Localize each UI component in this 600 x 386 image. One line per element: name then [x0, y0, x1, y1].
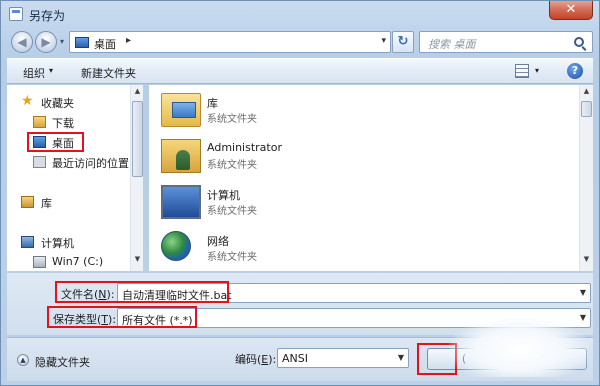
- hide-folders-button[interactable]: 隐藏文件夹: [35, 354, 90, 370]
- dialog-title: 另存为: [29, 9, 66, 23]
- file-name: 库: [207, 97, 218, 110]
- favorites-star-icon: ★: [21, 93, 34, 109]
- file-list-pane: 库 系统文件夹 Administrator 系统文件夹 计算机 系统文件夹 网络…: [149, 85, 579, 271]
- navigation-pane: ★ 收藏夹 下载 桌面 最近访问的位置 库 计算机 Win7 (C:): [7, 85, 143, 271]
- filename-dropdown-icon[interactable]: ▼: [580, 288, 586, 297]
- view-dropdown-icon[interactable]: ▾: [535, 66, 539, 75]
- file-list-scrollbar[interactable]: ▲ ▼: [579, 85, 593, 271]
- sidebar-item-label: 计算机: [41, 237, 74, 250]
- computer-icon: [21, 236, 34, 248]
- libraries-folder-icon: [21, 196, 34, 208]
- refresh-button[interactable]: ↻: [392, 31, 414, 53]
- filename-highlight-box: [55, 281, 229, 303]
- downloads-folder-icon: [33, 116, 46, 128]
- scroll-down-icon[interactable]: ▼: [132, 255, 143, 267]
- history-dropdown-icon[interactable]: ▾: [60, 37, 64, 46]
- list-item[interactable]: 库 系统文件夹: [161, 93, 361, 129]
- desktop-location-icon: [75, 37, 89, 48]
- sidebar-item-favorites[interactable]: ★ 收藏夹: [7, 93, 127, 111]
- search-box[interactable]: 搜索 桌面: [419, 31, 593, 53]
- organize-menu[interactable]: 组织: [23, 65, 45, 81]
- address-segment[interactable]: 桌面: [94, 36, 116, 52]
- close-button[interactable]: ✕: [549, 1, 593, 20]
- title-bar: 另存为 ✕: [1, 1, 599, 27]
- collapse-arrow-icon[interactable]: ▲: [17, 354, 29, 366]
- sidebar-item-label: 下载: [52, 117, 74, 130]
- blurred-region: [449, 317, 589, 377]
- list-item[interactable]: Administrator 系统文件夹: [161, 139, 361, 175]
- encoding-dropdown-icon[interactable]: ▼: [398, 353, 404, 362]
- save-as-dialog: 另存为 ✕ ◀ ▶ ▾ 桌面 ▸ ▾ ↻ 搜索 桌面 组织 ▾ 新建文件夹 ▾ …: [0, 0, 600, 386]
- user-folder-icon: [161, 139, 201, 173]
- back-button[interactable]: ◀: [11, 31, 33, 53]
- filetype-highlight-box: [47, 306, 197, 328]
- command-toolbar: 组织 ▾ 新建文件夹 ▾ ?: [7, 58, 593, 84]
- scrollbar-thumb[interactable]: [581, 101, 592, 117]
- forward-button[interactable]: ▶: [35, 31, 57, 53]
- encoding-label-suffix: ):: [268, 353, 277, 366]
- libraries-folder-icon: [161, 93, 201, 127]
- navigation-scrollbar[interactable]: ▲ ▼: [130, 85, 143, 271]
- sidebar-item-recent-places[interactable]: 最近访问的位置: [7, 153, 131, 171]
- encoding-label-text: 编码(: [235, 353, 262, 366]
- file-type: 系统文件夹: [207, 114, 257, 125]
- view-options-icon[interactable]: [515, 64, 529, 78]
- sidebar-item-downloads[interactable]: 下载: [7, 113, 127, 131]
- search-icon[interactable]: [574, 37, 584, 47]
- recent-places-icon: [33, 156, 46, 168]
- encoding-select[interactable]: ANSI ▼: [277, 348, 409, 368]
- sidebar-item-libraries[interactable]: 库: [7, 193, 127, 211]
- file-type: 系统文件夹: [207, 160, 257, 171]
- sidebar-item-label: 收藏夹: [41, 97, 74, 110]
- file-type: 系统文件夹: [207, 252, 257, 263]
- file-type: 系统文件夹: [207, 206, 257, 217]
- scroll-up-icon[interactable]: ▲: [581, 87, 592, 99]
- desktop-highlight-box: [27, 132, 84, 152]
- scrollbar-thumb[interactable]: [132, 101, 143, 177]
- hard-drive-icon: [33, 256, 46, 268]
- list-item[interactable]: 计算机 系统文件夹: [161, 185, 361, 221]
- sidebar-item-drive-c[interactable]: Win7 (C:): [7, 253, 127, 271]
- breadcrumb-arrow-icon[interactable]: ▸: [126, 35, 131, 46]
- file-name: 计算机: [207, 189, 240, 202]
- scroll-up-icon[interactable]: ▲: [132, 87, 143, 99]
- scroll-down-icon[interactable]: ▼: [581, 255, 592, 267]
- dialog-icon: [9, 7, 23, 21]
- sidebar-item-label: 最近访问的位置: [52, 157, 129, 170]
- sidebar-item-label: Win7 (C:): [52, 255, 104, 268]
- encoding-label: 编码(E):: [235, 351, 276, 367]
- network-globe-icon: [161, 231, 191, 261]
- address-dropdown-icon[interactable]: ▾: [381, 36, 386, 46]
- file-name: 网络: [207, 235, 229, 248]
- encoding-value[interactable]: ANSI: [282, 352, 308, 365]
- new-folder-button[interactable]: 新建文件夹: [81, 65, 136, 81]
- organize-dropdown-icon[interactable]: ▾: [49, 66, 53, 75]
- sidebar-item-label: 库: [41, 197, 52, 210]
- sidebar-item-computer[interactable]: 计算机: [7, 233, 127, 251]
- help-icon[interactable]: ?: [567, 63, 583, 79]
- list-item[interactable]: 网络 系统文件夹: [161, 231, 361, 267]
- file-name: Administrator: [207, 141, 282, 154]
- address-bar[interactable]: 桌面 ▸ ▾: [69, 31, 391, 53]
- computer-icon: [161, 185, 201, 219]
- search-placeholder[interactable]: 搜索 桌面: [428, 36, 476, 52]
